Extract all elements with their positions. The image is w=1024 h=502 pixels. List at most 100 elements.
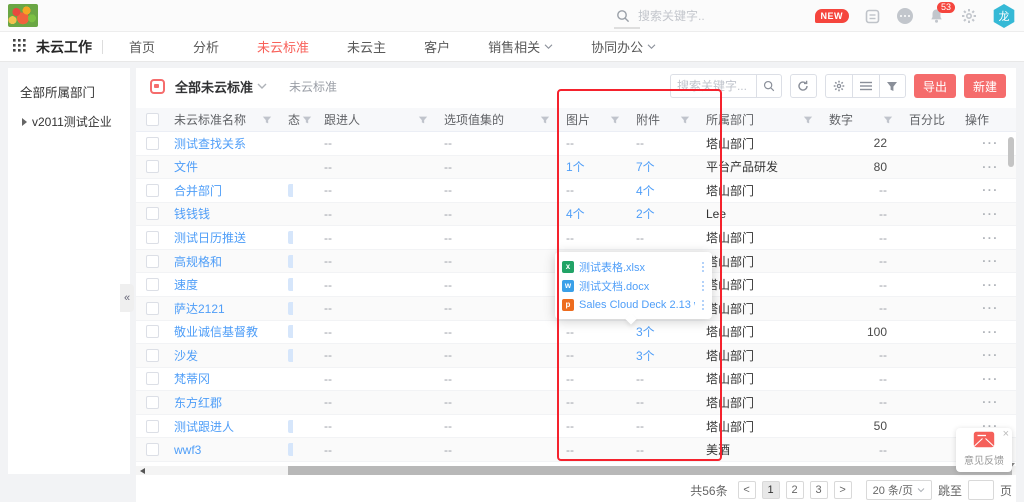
tree-expand-icon[interactable] <box>22 118 27 126</box>
nav-tab-销售相关[interactable]: 销售相关 <box>476 32 565 62</box>
column-filter-icon[interactable] <box>302 115 312 125</box>
record-link[interactable]: 萨达2121 <box>174 300 225 317</box>
record-link[interactable]: 东方红郡 <box>174 394 222 411</box>
table-row[interactable]: 文件----1个7个平台产品研发80··· <box>136 156 1016 180</box>
horizontal-scrollbar[interactable] <box>136 466 1016 475</box>
row-checkbox[interactable] <box>146 372 159 385</box>
next-page-button[interactable]: > <box>834 481 852 499</box>
record-link[interactable]: 钱钱钱 <box>174 205 210 222</box>
record-link[interactable]: 测试日历推送 <box>174 229 246 246</box>
row-checkbox[interactable] <box>146 443 159 456</box>
notes-icon[interactable] <box>864 8 881 25</box>
horizontal-scrollbar-thumb[interactable] <box>288 466 1012 475</box>
attachments-count[interactable]: 2个 <box>636 205 655 222</box>
refresh-button[interactable] <box>790 74 817 98</box>
column-filter-icon[interactable] <box>418 115 428 125</box>
view-title[interactable]: 全部未云标准 <box>175 77 253 96</box>
file-actions-button[interactable] <box>700 260 706 274</box>
row-checkbox[interactable] <box>146 207 159 220</box>
table-row[interactable]: 沙发------3个塔山部门--··· <box>136 344 1016 368</box>
global-search[interactable]: 搜索关键字.. <box>616 7 705 24</box>
pictures-count[interactable]: 4个 <box>566 205 585 222</box>
notifications-bell-icon[interactable]: 53 <box>928 8 945 25</box>
table-row[interactable]: wwf3--------美酒--··· <box>136 438 1016 462</box>
create-button[interactable]: 新建 <box>964 74 1006 98</box>
select-all-checkbox[interactable] <box>146 113 159 126</box>
row-checkbox[interactable] <box>146 349 159 362</box>
column-filter-icon[interactable] <box>803 115 813 125</box>
record-link[interactable]: 敬业诚信基督教 <box>174 323 258 340</box>
table-row[interactable]: 测试日历推送--------塔山部门--··· <box>136 226 1016 250</box>
chevron-down-icon[interactable] <box>257 79 267 93</box>
table-row[interactable]: 合并部门------4个塔山部门--··· <box>136 179 1016 203</box>
column-filter-icon[interactable] <box>262 115 272 125</box>
settings-gear-icon[interactable] <box>960 8 977 25</box>
row-checkbox[interactable] <box>146 420 159 433</box>
file-actions-button[interactable] <box>700 298 706 312</box>
prev-page-button[interactable]: < <box>738 481 756 499</box>
pictures-count[interactable]: 1个 <box>566 158 585 175</box>
record-link[interactable]: 文件 <box>174 158 198 175</box>
attachments-count[interactable]: 4个 <box>636 182 655 199</box>
nav-tab-客户[interactable]: 客户 <box>412 32 462 62</box>
vertical-scrollbar-thumb[interactable] <box>1008 137 1014 167</box>
row-checkbox[interactable] <box>146 160 159 173</box>
row-checkbox[interactable] <box>146 137 159 150</box>
record-link[interactable]: 梵蒂冈 <box>174 370 210 387</box>
row-checkbox[interactable] <box>146 396 159 409</box>
filter-funnel-button[interactable] <box>879 74 906 98</box>
table-row[interactable]: 东方红郡--------塔山部门--··· <box>136 391 1016 415</box>
attachments-count[interactable]: 7个 <box>636 158 655 175</box>
scroll-left-arrow-icon[interactable] <box>140 468 145 474</box>
page-button-3[interactable]: 3 <box>810 481 828 499</box>
page-size-select[interactable]: 20 条/页 <box>866 480 932 500</box>
column-filter-icon[interactable] <box>883 115 893 125</box>
record-link[interactable]: 高规格和 <box>174 253 222 270</box>
sidebar-tree-item-company[interactable]: v2011测试企业 <box>8 101 130 130</box>
app-grid-icon[interactable] <box>13 39 26 55</box>
attachment-item[interactable]: pSales Cloud Deck 2.13 with s... <box>562 295 706 314</box>
export-button[interactable]: 导出 <box>914 74 956 98</box>
vertical-scrollbar[interactable] <box>1008 134 1015 464</box>
list-search-input[interactable] <box>670 74 756 98</box>
row-checkbox[interactable] <box>146 184 159 197</box>
attachments-count[interactable]: 3个 <box>636 323 655 340</box>
file-actions-button[interactable] <box>700 279 706 293</box>
attachments-count[interactable]: 3个 <box>636 347 655 364</box>
record-link[interactable]: 合并部门 <box>174 182 222 199</box>
column-filter-icon[interactable] <box>680 115 690 125</box>
list-view-button[interactable] <box>852 74 879 98</box>
record-link[interactable]: 沙发 <box>174 347 198 364</box>
record-link[interactable]: 测试查找关系 <box>174 135 246 152</box>
column-filter-icon[interactable] <box>540 115 550 125</box>
row-checkbox[interactable] <box>146 325 159 338</box>
jump-page-input[interactable] <box>968 480 994 500</box>
attachment-item[interactable]: x测试表格.xlsx <box>562 257 706 276</box>
row-checkbox[interactable] <box>146 302 159 315</box>
attachment-item[interactable]: w测试文档.docx <box>562 276 706 295</box>
nav-tab-未云主[interactable]: 未云主 <box>335 32 398 62</box>
feedback-widget[interactable]: × 意见反馈 <box>956 428 1012 472</box>
page-button-2[interactable]: 2 <box>786 481 804 499</box>
table-row[interactable]: 测试跟进人--------塔山部门50··· <box>136 415 1016 439</box>
record-link[interactable]: 速度 <box>174 276 198 293</box>
row-checkbox[interactable] <box>146 255 159 268</box>
table-settings-gear-button[interactable] <box>825 74 852 98</box>
nav-tab-未云标准[interactable]: 未云标准 <box>245 32 321 62</box>
list-search-button[interactable] <box>756 74 782 98</box>
row-checkbox[interactable] <box>146 231 159 244</box>
table-row[interactable]: 钱钱钱----4个2个Lee--··· <box>136 203 1016 227</box>
messages-icon[interactable] <box>896 8 913 25</box>
row-checkbox[interactable] <box>146 278 159 291</box>
column-filter-icon[interactable] <box>610 115 620 125</box>
page-button-1[interactable]: 1 <box>762 481 780 499</box>
record-link[interactable]: 测试跟进人 <box>174 418 234 435</box>
table-row[interactable]: 梵蒂冈--------塔山部门--··· <box>136 368 1016 392</box>
table-row[interactable]: 敬业诚信基督教------3个塔山部门100··· <box>136 321 1016 345</box>
nav-tab-首页[interactable]: 首页 <box>117 32 167 62</box>
close-icon[interactable]: × <box>1003 429 1009 440</box>
sidebar-collapse-handle[interactable]: « <box>120 284 134 312</box>
nav-tab-协同办公[interactable]: 协同办公 <box>579 32 668 62</box>
table-row[interactable]: 测试查找关系--------塔山部门22··· <box>136 132 1016 156</box>
record-link[interactable]: wwf3 <box>174 443 201 457</box>
